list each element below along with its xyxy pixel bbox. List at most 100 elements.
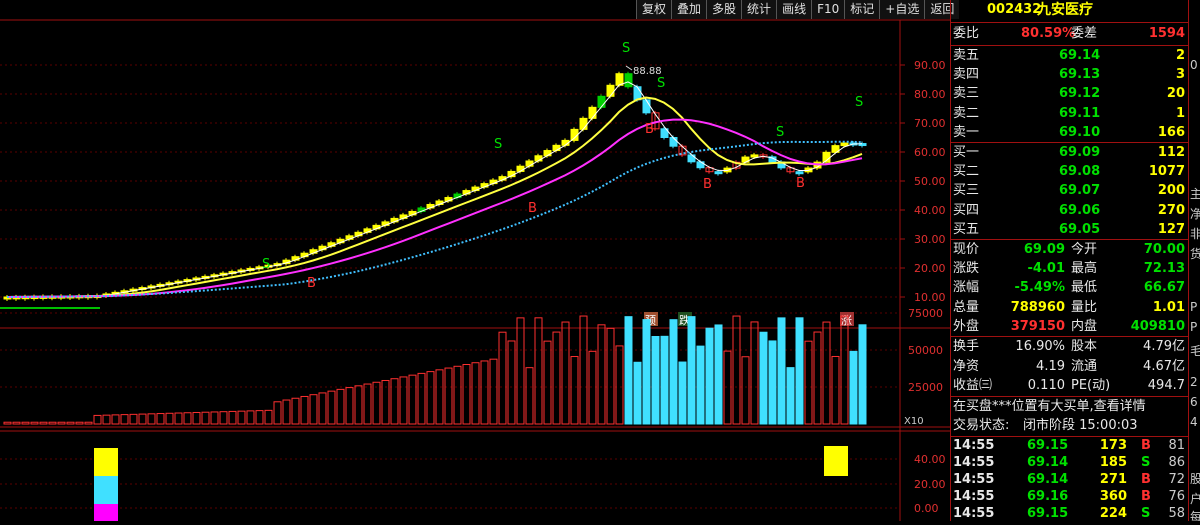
volume-bar	[597, 324, 606, 425]
ask-price: 69.11	[1059, 105, 1101, 121]
ask-label: 卖二	[953, 105, 980, 121]
weibi-row: 委比 80.59% 委差 1594	[953, 26, 1185, 41]
bid-price: 69.05	[1059, 221, 1101, 237]
volume-bar	[570, 356, 579, 425]
volume-bar	[462, 364, 471, 425]
stat-label: 净资	[953, 358, 980, 374]
volume-bar	[219, 411, 228, 425]
tick-row: 14:55 69.15 173 B 81	[951, 437, 1189, 454]
volume-bar	[291, 397, 300, 425]
volume-bar	[102, 414, 111, 425]
tick-price: 69.14	[1027, 472, 1069, 487]
peak-price-label: 88.88	[633, 66, 662, 77]
ind-tick-label: 0.00	[914, 502, 939, 515]
stat-value: -5.49%	[1014, 280, 1066, 296]
tick-price: 69.15	[1027, 438, 1069, 453]
indicator-block	[94, 448, 118, 476]
right-info-strip: 0主净非货PP毛264股户每	[1188, 0, 1200, 521]
stat-label: 股本	[1071, 339, 1098, 354]
signal-b: B	[307, 276, 316, 291]
bid-row: 买一 69.09 112	[951, 143, 1189, 163]
stat-label: 换手	[953, 339, 980, 354]
volume-bar	[237, 410, 246, 425]
volume-bar	[183, 412, 192, 425]
ask-row: 卖一 69.10 166	[951, 123, 1189, 143]
stat-label: 涨幅	[953, 280, 980, 296]
volume-bar	[345, 387, 354, 425]
tick-count: 76	[1168, 489, 1185, 504]
tick-price: 69.16	[1027, 489, 1069, 504]
volume-bar	[210, 411, 219, 425]
big-order-notice[interactable]: 在买盘***位置有大买单,查看详情	[951, 397, 1189, 417]
tick-row: 14:55 69.14 271 B 72	[951, 471, 1189, 488]
stat-value: 379150	[1010, 318, 1065, 334]
stat-value: 0.110	[1027, 378, 1065, 393]
signal-s: S	[776, 125, 784, 140]
stat-value: 72.13	[1143, 261, 1185, 277]
stat-label: 流通	[1071, 358, 1098, 374]
candle-body	[696, 161, 705, 169]
stat-value: 1.01	[1152, 299, 1185, 315]
volume-bar	[363, 383, 372, 425]
volume-bar	[759, 331, 768, 425]
price-tick-label: 60.00	[914, 146, 946, 159]
stat-label: 外盘	[953, 318, 980, 334]
kline-chart-area[interactable]: 90.00 80.00 70.00 60.00 50.00 40.00 30.00 20.00…	[0, 0, 950, 521]
ask-label: 卖三	[953, 86, 980, 102]
stat-value: 66.67	[1143, 280, 1185, 296]
stat2-row: 净资 4.19 流通 4.67亿	[951, 357, 1189, 377]
stat-label: PE(动)	[1071, 378, 1111, 393]
tick-time: 14:55	[953, 455, 995, 470]
stat2-row: 换手 16.90% 股本 4.79亿	[951, 337, 1189, 357]
signal-s: S	[657, 76, 665, 91]
volume-bar	[741, 356, 750, 425]
volume-bar	[390, 378, 399, 425]
volume-bar	[138, 413, 147, 425]
volume-bar	[309, 394, 318, 425]
right-strip-char: 0	[1190, 58, 1198, 72]
tick-volume: 271	[1099, 472, 1127, 487]
volume-bar	[543, 340, 552, 425]
volume-bar	[651, 336, 660, 425]
tick-side: S	[1141, 455, 1151, 470]
tick-price: 69.14	[1027, 455, 1069, 470]
ind-tick-label: 40.00	[914, 453, 946, 466]
right-strip-char: 非	[1190, 225, 1200, 242]
tick-side: B	[1141, 438, 1151, 453]
tick-volume: 224	[1099, 506, 1127, 521]
volume-bar	[696, 345, 705, 425]
volume-bar	[336, 388, 345, 425]
volume-bar	[111, 414, 120, 425]
right-strip-char: 股	[1190, 470, 1200, 487]
stat-value: 4.19	[1036, 358, 1065, 374]
tick-count: 72	[1168, 472, 1185, 487]
bid-volume: 127	[1157, 221, 1185, 237]
candle-body	[588, 106, 597, 119]
ask-price: 69.13	[1059, 67, 1101, 83]
volume-bar	[417, 372, 426, 425]
bid-volume: 1077	[1148, 164, 1185, 180]
volume-bar	[273, 401, 282, 425]
volume-bar	[615, 345, 624, 425]
bid-volume: 270	[1157, 202, 1185, 218]
ask-volume: 20	[1166, 86, 1185, 102]
volume-bar	[633, 361, 642, 425]
stat-label: 涨跌	[953, 261, 980, 277]
right-strip-char: 主	[1190, 185, 1200, 202]
stock-name: 九安医疗	[1037, 2, 1093, 18]
vol-tick-label: 25000	[908, 381, 943, 394]
volume-bar	[786, 367, 795, 425]
volume-bar	[777, 317, 786, 425]
volume-bar	[408, 374, 417, 425]
stat-row: 涨幅 -5.49% 最低 66.67	[951, 278, 1189, 298]
volume-bar	[552, 331, 561, 425]
volume-bar	[606, 327, 615, 425]
volume-bar	[282, 399, 291, 425]
volume-bar	[201, 411, 210, 425]
volume-bar	[858, 324, 867, 425]
tick-count: 86	[1168, 455, 1185, 470]
volume-bar	[3, 421, 12, 425]
tick-volume: 360	[1099, 489, 1127, 504]
candle-body	[750, 154, 759, 158]
candle-body	[633, 86, 642, 101]
